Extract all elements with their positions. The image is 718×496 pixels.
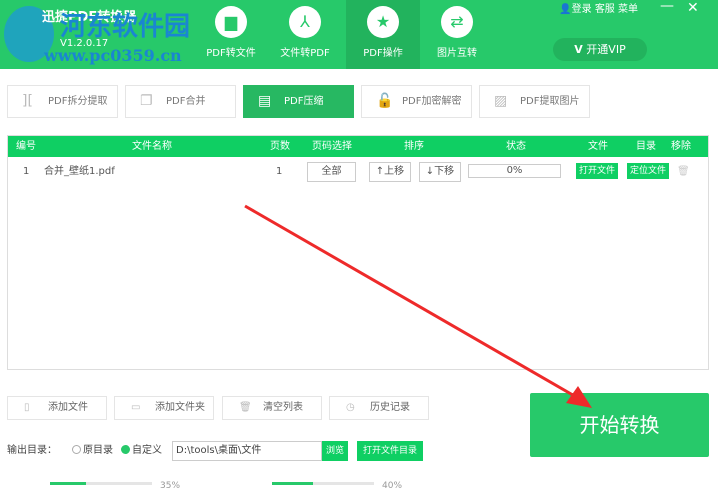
zip-icon: ▤ — [258, 93, 272, 109]
split-icon: ][ — [22, 93, 33, 109]
vip-button[interactable]: V 开通VIP — [553, 38, 647, 61]
pdf-icon: ⅄ — [289, 6, 321, 38]
tool-pdf-merge[interactable]: ❐ PDF合并 — [125, 85, 236, 118]
nav-label: PDF转文件 — [206, 48, 256, 59]
login-link[interactable]: 登录 — [572, 4, 592, 15]
tool-label: PDF拆分提取 — [48, 96, 108, 107]
ratio-value: 40% — [382, 481, 403, 491]
clear-list-button[interactable]: 🗑 清空列表 — [222, 396, 322, 420]
col-range: 页码选择 — [312, 141, 352, 152]
move-up-button[interactable]: ↑上移 — [369, 162, 411, 182]
col-status: 状态 — [506, 141, 526, 152]
user-icon: 👤 — [559, 4, 572, 15]
minimize-button[interactable]: — — [660, 0, 674, 14]
table-header: 编号 文件名称 页数 页码选择 排序 状态 文件 目录 移除 — [8, 136, 708, 157]
folder-icon: ▆ — [215, 6, 247, 38]
star-icon: ★ — [367, 6, 399, 38]
tool-pdf-compress[interactable]: ▤ PDF压缩 — [243, 85, 354, 118]
radio-icon — [72, 445, 81, 454]
title-bar: 迅捷PDF转换器 河东软件园 V1.2.0.17 www.pc0359.cn ▆… — [0, 0, 718, 69]
lock-icon: 🔓 — [376, 93, 394, 109]
col-remove: 移除 — [671, 141, 691, 152]
file-table: 编号 文件名称 页数 页码选择 排序 状态 文件 目录 移除 1 合并_壁纸1.… — [7, 135, 709, 370]
button-label: 添加文件夹 — [155, 402, 205, 413]
radio-custom-dir[interactable]: 自定义 — [121, 441, 162, 461]
button-label: 历史记录 — [370, 402, 410, 413]
radio-label: 自定义 — [132, 445, 162, 456]
watermark-url: www.pc0359.cn — [44, 46, 182, 65]
nav-file-to-pdf[interactable]: ⅄ 文件转PDF — [272, 0, 338, 69]
radio-original-dir[interactable]: 原目录 — [72, 441, 113, 461]
tool-label: PDF加密解密 — [402, 96, 462, 107]
menu-link[interactable]: 菜单 — [618, 4, 638, 15]
add-file-button[interactable]: ▯ 添加文件 — [7, 396, 107, 420]
tool-pdf-split[interactable]: ][ PDF拆分提取 — [7, 85, 118, 118]
page-range-button[interactable]: 全部 — [307, 162, 356, 182]
check-icon — [121, 445, 130, 454]
open-file-button[interactable]: 打开文件 — [576, 163, 619, 179]
output-path-input[interactable]: D:\tools\桌面\文件 — [172, 441, 322, 461]
button-label: 清空列表 — [263, 402, 303, 413]
radio-label: 原目录 — [83, 445, 113, 456]
nav-image-convert[interactable]: ⇄ 图片互转 — [424, 0, 490, 69]
open-dir-button[interactable]: 打开文件目录 — [357, 441, 424, 461]
col-name: 文件名称 — [132, 141, 172, 152]
tool-label: PDF提取图片 — [520, 96, 580, 107]
table-row: 1 合并_壁纸1.pdf 1 全部 ↑上移 ↓下移 0% 打开文件 定位文件 🗑 — [8, 157, 708, 187]
close-button[interactable]: ✕ — [687, 0, 699, 16]
button-label: 添加文件 — [48, 402, 88, 413]
service-link[interactable]: 客服 — [595, 4, 615, 15]
nav-label: 图片互转 — [437, 48, 477, 59]
start-convert-button[interactable]: 开始转换 — [530, 393, 709, 457]
add-folder-button[interactable]: ▭ 添加文件夹 — [114, 396, 214, 420]
col-dir: 目录 — [636, 141, 656, 152]
file-add-icon: ▯ — [24, 402, 30, 413]
nav-label: PDF操作 — [363, 48, 403, 59]
nav-pdf-operations[interactable]: ★ PDF操作 — [346, 0, 420, 69]
clock-icon: ◷ — [346, 402, 355, 413]
col-num: 编号 — [16, 141, 36, 152]
tool-pdf-extract-images[interactable]: ▨ PDF提取图片 — [479, 85, 590, 118]
clarity-value: 35% — [160, 481, 181, 491]
output-label: 输出目录： — [7, 445, 57, 456]
row-num: 1 — [23, 166, 30, 177]
row-filename: 合并_壁纸1.pdf — [44, 166, 115, 177]
tool-label: PDF压缩 — [284, 96, 324, 107]
trash-icon[interactable]: 🗑 — [677, 157, 690, 187]
locate-file-button[interactable]: 定位文件 — [627, 163, 670, 179]
tool-label: PDF合并 — [166, 96, 206, 107]
folder-add-icon: ▭ — [131, 402, 141, 413]
browse-button[interactable]: 浏览 — [322, 441, 349, 461]
tool-pdf-encrypt[interactable]: 🔓 PDF加密解密 — [361, 85, 472, 118]
nav-pdf-to-file[interactable]: ▆ PDF转文件 — [198, 0, 264, 69]
progress-bar: 0% — [468, 164, 561, 178]
trash-icon: 🗑 — [239, 402, 252, 413]
history-button[interactable]: ◷ 历史记录 — [329, 396, 429, 420]
vip-label: 开通VIP — [586, 43, 626, 56]
swap-icon: ⇄ — [441, 6, 473, 38]
merge-icon: ❐ — [140, 93, 153, 109]
nav-label: 文件转PDF — [280, 48, 330, 59]
move-down-button[interactable]: ↓下移 — [419, 162, 461, 182]
col-file: 文件 — [588, 141, 608, 152]
image-icon: ▨ — [494, 93, 508, 109]
row-pages: 1 — [276, 166, 283, 177]
vip-icon: V — [574, 43, 583, 56]
col-order: 排序 — [404, 141, 424, 152]
col-pages: 页数 — [270, 141, 290, 152]
